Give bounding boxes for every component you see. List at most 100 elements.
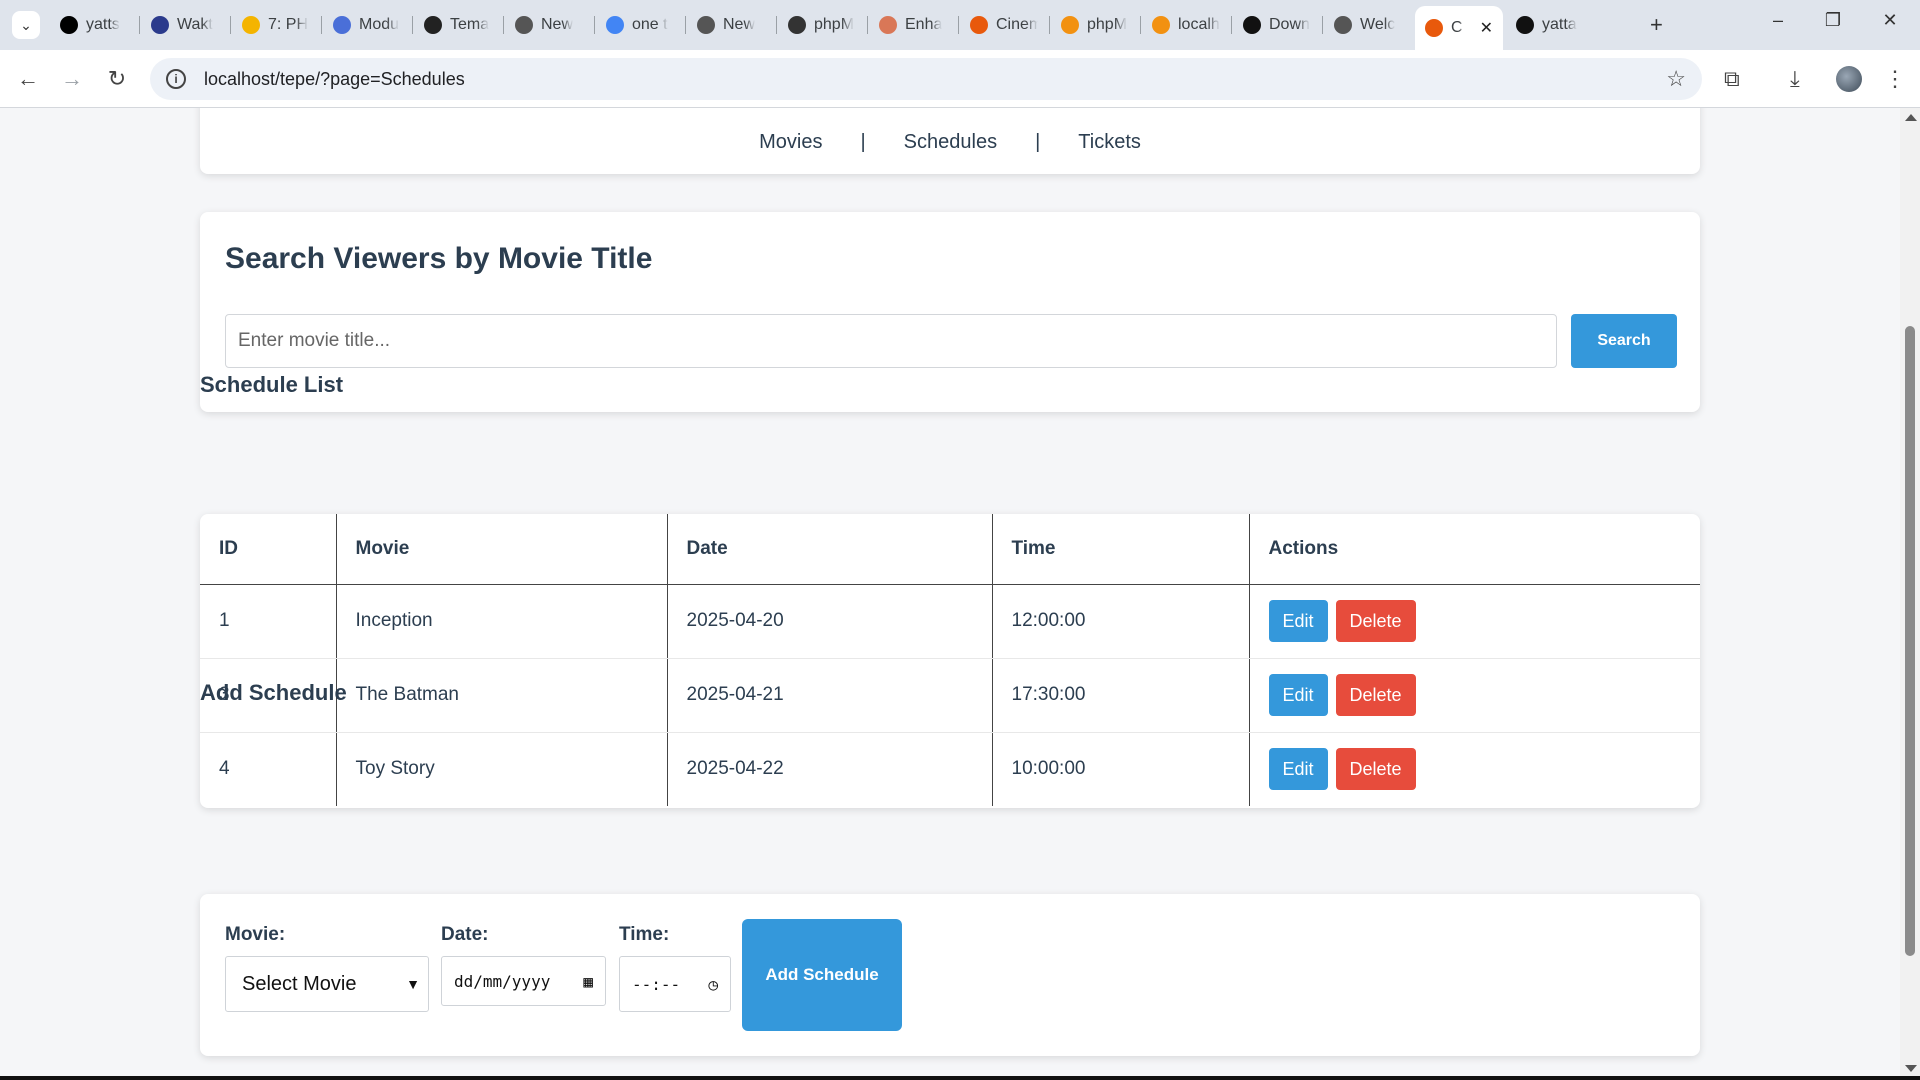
scroll-up-icon[interactable] [1905,114,1917,121]
browser-tab[interactable]: Modu [323,8,411,42]
cell-actions: Edit Delete [1248,658,1700,733]
globe-icon [1334,16,1352,34]
tab-title: Wakt [177,16,213,33]
new-tab-button[interactable]: + [1650,12,1663,38]
table-row: 3 The Batman 2025-04-21 17:30:00 Edit Del… [200,658,1700,733]
scrollbar-thumb[interactable] [1905,326,1915,956]
page-scrollbar[interactable] [1900,108,1920,1076]
tab-divider [685,16,686,34]
browser-tab-bar: ⌄ yatts Wakt 7: PH Modu Tema New one t New phpM E… [0,0,1920,50]
claude-icon [879,16,897,34]
clock-icon[interactable]: ◷ [708,975,718,994]
tab-divider [867,16,868,34]
tab-title: Enha [905,16,943,33]
movie-select[interactable]: Select Movie ▼ [225,956,429,1012]
tab-divider [412,16,413,34]
cell-movie: Inception [335,584,667,659]
time-input[interactable]: --:-- ◷ [619,956,731,1012]
tab-title: Welc [1360,16,1396,33]
forward-icon[interactable]: → [58,66,86,92]
browser-tab[interactable]: one t [596,8,684,42]
movie-label: Movie: [225,924,286,945]
tab-divider [1322,16,1323,34]
tab-title: yatts [86,16,120,33]
download-icon[interactable]: ⤓ [1790,66,1800,92]
extensions-icon[interactable]: ⧉ [1724,66,1740,92]
browser-toolbar: ← → ↻ i localhost/tepe/?page=Schedules ☆… [0,50,1920,108]
delete-button[interactable]: Delete [1335,674,1416,716]
wakatime-icon [151,16,169,34]
reload-icon[interactable]: ↻ [103,66,131,92]
scroll-down-icon[interactable] [1905,1065,1917,1072]
column-header: Date [666,514,992,585]
edit-button[interactable]: Edit [1268,600,1328,642]
tab-search-button[interactable]: ⌄ [12,11,40,39]
date-input[interactable]: dd/mm/yyyy ▦ [441,956,606,1006]
site-info-icon[interactable]: i [166,69,186,89]
movie-select-value: Select Movie [242,972,357,995]
search-button[interactable]: Search [1571,314,1677,368]
browser-tab[interactable]: localh [1142,8,1230,42]
cell-id: 1 [200,584,336,659]
cell-id: 4 [219,758,230,780]
tab-title: phpM [1087,16,1128,33]
bookmark-star-icon[interactable]: ☆ [1666,66,1686,92]
delete-button[interactable]: Delete [1335,600,1416,642]
browser-tab[interactable]: yatts [50,8,138,42]
browser-tab[interactable]: Down [1233,8,1321,42]
browser-tab[interactable]: Wakt [141,8,229,42]
minimize-button[interactable]: – [1763,10,1793,31]
tab-divider [1140,16,1141,34]
cell-actions: Edit Delete [1248,732,1700,806]
menu-kebab-icon[interactable]: ⋮ [1884,66,1906,92]
edit-button[interactable]: Edit [1268,748,1328,791]
nav-schedules-link[interactable]: Schedules [866,131,1035,154]
nav-tickets-link[interactable]: Tickets [1040,131,1179,154]
chrome-icon [697,16,715,34]
phpmyadmin-icon [1152,16,1170,34]
browser-tab[interactable]: Cinem [960,8,1048,42]
window-bottom-edge [0,1076,1920,1080]
schedule-table: ID Movie Date Time Actions 1 Inception 2… [200,514,1700,806]
tab-divider [139,16,140,34]
browser-tab[interactable]: New [687,8,775,42]
movie-title-search-input[interactable] [225,314,1557,368]
browser-tab[interactable]: phpM [1051,8,1139,42]
cell-time: 10:00:00 [991,732,1249,806]
close-tab-icon[interactable]: ✕ [1480,18,1493,38]
chatgpt-icon [424,16,442,34]
cell-date: 2025-04-20 [666,584,992,659]
close-window-button[interactable]: ✕ [1875,10,1905,31]
browser-tab[interactable]: phpM [778,8,866,42]
browser-tab[interactable]: Enha [869,8,957,42]
browser-tab[interactable]: Welc [1324,8,1412,42]
tab-divider [776,16,777,34]
tab-divider [230,16,231,34]
browser-tab[interactable]: New [505,8,593,42]
browser-tab[interactable]: Tema [414,8,502,42]
xampp-icon [1425,19,1443,37]
add-schedule-button[interactable]: Add Schedule [742,919,902,1031]
nav-movies-link[interactable]: Movies [721,131,860,154]
back-icon[interactable]: ← [14,66,42,92]
time-field: Time: --:-- ◷ [619,924,731,1012]
browser-tab[interactable]: yatta [1506,8,1594,42]
google-icon [606,16,624,34]
schedule-table-card: ID Movie Date Time Actions 1 Inception 2… [200,514,1700,808]
delete-button[interactable]: Delete [1335,748,1416,791]
address-bar[interactable]: i localhost/tepe/?page=Schedules ☆ [150,58,1702,100]
tab-title: New [541,16,574,33]
cell-date: 2025-04-22 [666,732,992,806]
restore-button[interactable]: ❐ [1818,10,1848,31]
date-placeholder: dd/mm/yyyy [454,971,551,991]
xampp-icon [970,16,988,34]
url-text[interactable]: localhost/tepe/?page=Schedules [204,69,465,90]
calendar-icon[interactable]: ▦ [583,972,593,991]
profile-avatar[interactable] [1836,66,1862,92]
browser-tab[interactable]: C ✕ [1415,6,1503,50]
chevron-down-icon: ▼ [406,976,420,992]
browser-tab[interactable]: 7: PH [232,8,320,42]
add-schedule-form: Movie: Select Movie ▼ Date: dd/mm/yyyy ▦… [200,894,1700,1056]
table-header-row: ID Movie Date Time Actions [200,514,1700,585]
edit-button[interactable]: Edit [1268,674,1328,716]
